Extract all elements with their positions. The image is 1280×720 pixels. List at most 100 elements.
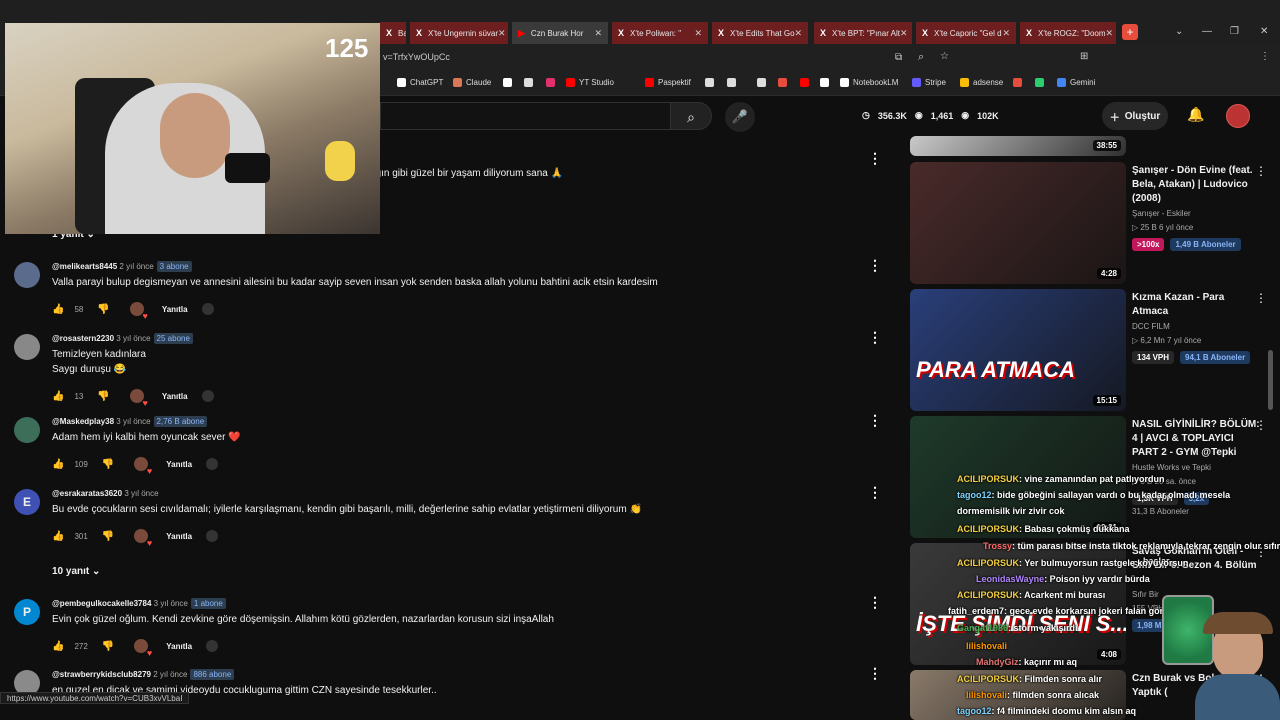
comment-time[interactable]: 3 yıl önce: [116, 334, 150, 343]
tab-close-icon[interactable]: ✕: [900, 28, 908, 39]
bookmark-item[interactable]: Gemini: [1057, 78, 1095, 87]
comment-avatar[interactable]: P: [14, 599, 40, 625]
bookmark-item[interactable]: [757, 78, 770, 87]
dislike-icon[interactable]: 👎: [102, 531, 114, 542]
bookmark-item[interactable]: [705, 78, 718, 87]
recommendation-item[interactable]: PARA ATMACA 15:15 Kızma Kazan - Para Atmac…: [910, 289, 1270, 411]
bookmark-item[interactable]: Paspektif: [645, 78, 691, 87]
channel-name[interactable]: DCC FILM: [1132, 322, 1170, 331]
reply-button[interactable]: Yanıtla: [162, 305, 188, 314]
replies-toggle[interactable]: 10 yanıt ⌄: [52, 566, 100, 577]
bookmark-item[interactable]: ChatGPT: [397, 78, 443, 87]
comment-time[interactable]: 3 yıl önce: [116, 417, 150, 426]
tab-close-icon[interactable]: ✕: [498, 28, 506, 39]
tab-close-icon[interactable]: ✕: [594, 28, 602, 39]
video-thumbnail[interactable]: PARA ATMACA 15:15: [910, 289, 1126, 411]
video-thumbnail[interactable]: 38:55: [910, 136, 1126, 156]
video-thumbnail[interactable]: 4:28: [910, 162, 1126, 284]
comment-menu-icon[interactable]: ⋮: [868, 257, 882, 274]
translate-icon[interactable]: [206, 458, 219, 470]
like-icon[interactable]: 👍: [52, 391, 64, 402]
browser-tab[interactable]: X X'te Caporic "Gel d ✕: [916, 22, 1016, 44]
search-button[interactable]: ⌕: [670, 102, 712, 130]
comment-avatar[interactable]: [14, 417, 40, 443]
comment-menu-icon[interactable]: ⋮: [868, 412, 882, 429]
comment-avatar[interactable]: [14, 262, 40, 288]
comment-menu-icon[interactable]: ⋮: [868, 329, 882, 346]
create-button[interactable]: ＋ Oluştur: [1102, 102, 1168, 130]
comment-menu-icon[interactable]: ⋮: [868, 665, 882, 682]
browser-tab[interactable]: ▶ Czn Burak Hor ✕: [512, 22, 608, 44]
reply-button[interactable]: Yanıtla: [166, 642, 192, 651]
dislike-icon[interactable]: 👎: [97, 304, 109, 315]
bookmark-item[interactable]: [1013, 78, 1026, 87]
bookmark-item[interactable]: [800, 78, 813, 87]
browser-tab[interactable]: X X'te ROGZ: "Doom ✕: [1020, 22, 1116, 44]
reply-button[interactable]: Yanıtla: [162, 392, 188, 401]
recommendation-item[interactable]: 4:28 Şanışer - Dön Evine (feat. Bela, Ata…: [910, 162, 1270, 284]
bookmark-item[interactable]: YT Studio: [566, 78, 614, 87]
voice-search-button[interactable]: 🎤: [725, 102, 755, 132]
like-icon[interactable]: 👍: [52, 459, 64, 470]
comment-menu-icon[interactable]: ⋮: [868, 484, 882, 501]
like-icon[interactable]: 👍: [52, 304, 64, 315]
comment-time[interactable]: 3 yıl önce: [124, 489, 158, 498]
page-scrollbar[interactable]: [1268, 350, 1273, 410]
tab-close-icon[interactable]: ✕: [1002, 28, 1010, 39]
video-title[interactable]: NASIL GİYİNİLİR? BÖLÜM: 4 | AVCI & TOPLA…: [1132, 418, 1262, 460]
comment-author[interactable]: @esrakaratas3620: [52, 489, 122, 498]
comment-menu-icon[interactable]: ⋮: [868, 150, 882, 167]
browser-tab[interactable]: X X'te Edits That Go ✕: [712, 22, 808, 44]
search-input[interactable]: [380, 102, 670, 130]
browser-tab[interactable]: X X'te Ungernin süvar ✕: [410, 22, 508, 44]
tab-close-icon[interactable]: ✕: [1106, 28, 1114, 39]
video-menu-icon[interactable]: ⋮: [1255, 291, 1267, 305]
dislike-icon[interactable]: 👎: [102, 641, 114, 652]
comment-author[interactable]: @rosastern2230: [52, 334, 114, 343]
like-icon[interactable]: 👍: [52, 531, 64, 542]
dislike-icon[interactable]: 👎: [102, 459, 114, 470]
comment-avatar[interactable]: [14, 334, 40, 360]
close-window-icon[interactable]: ✕: [1260, 26, 1268, 37]
video-title[interactable]: Şanışer - Dön Evine (feat. Bela, Atakan)…: [1132, 164, 1262, 206]
channel-name[interactable]: Şanışer - Eskiler: [1132, 209, 1191, 218]
browser-menu-icon[interactable]: ⋮: [1260, 51, 1270, 62]
video-title[interactable]: Kızma Kazan - Para Atmaca: [1132, 291, 1262, 319]
bookmark-item[interactable]: [727, 78, 740, 87]
minimize-icon[interactable]: —: [1202, 26, 1212, 37]
open-in-app-icon[interactable]: ⧉: [895, 52, 902, 63]
channel-name[interactable]: Hustle Works ve Tepki: [1132, 463, 1211, 472]
bookmark-item[interactable]: [546, 78, 559, 87]
comment-menu-icon[interactable]: ⋮: [868, 594, 882, 611]
translate-icon[interactable]: [206, 530, 219, 542]
browser-tab[interactable]: X X'te Poliwan: " ✕: [612, 22, 708, 44]
tab-close-icon[interactable]: ✕: [795, 28, 803, 39]
tab-close-icon[interactable]: ✕: [694, 28, 702, 39]
channel-name[interactable]: Sıfır Bir: [1132, 590, 1159, 599]
reply-button[interactable]: Yanıtla: [166, 460, 192, 469]
bookmark-item[interactable]: NotebookLM: [840, 78, 898, 87]
browser-tab[interactable]: XBatt✕: [380, 22, 406, 44]
comment-author[interactable]: @melikearts8445: [52, 262, 117, 271]
browser-tab[interactable]: X X'te BPT: "Pınar Alt ✕: [814, 22, 912, 44]
comment-avatar[interactable]: E: [14, 489, 40, 515]
bookmark-item[interactable]: adsense: [960, 78, 1003, 87]
comment-time[interactable]: 2 yıl önce: [119, 262, 153, 271]
bookmark-item[interactable]: [1035, 78, 1048, 87]
translate-icon[interactable]: [201, 390, 214, 402]
bookmark-item[interactable]: Stripe: [912, 78, 946, 87]
bookmark-star-icon[interactable]: ☆: [940, 51, 949, 62]
maximize-icon[interactable]: ❐: [1230, 26, 1239, 37]
tab-search-icon[interactable]: ⌄: [1175, 26, 1183, 37]
url-text[interactable]: v=TrfxYwOUpCc: [383, 52, 450, 62]
new-tab-button[interactable]: +: [1122, 24, 1138, 40]
account-avatar[interactable]: [1226, 104, 1250, 128]
recommendation-item[interactable]: 38:55: [910, 136, 1270, 156]
reply-button[interactable]: Yanıtla: [166, 532, 192, 541]
comment-author[interactable]: @pembegulkocakelle3784: [52, 599, 151, 608]
bookmark-item[interactable]: [524, 78, 537, 87]
dislike-icon[interactable]: 👎: [97, 391, 109, 402]
comment-time[interactable]: 3 yıl önce: [154, 599, 188, 608]
notifications-bell-icon[interactable]: 🔔: [1187, 106, 1204, 123]
bookmark-item[interactable]: [503, 78, 516, 87]
